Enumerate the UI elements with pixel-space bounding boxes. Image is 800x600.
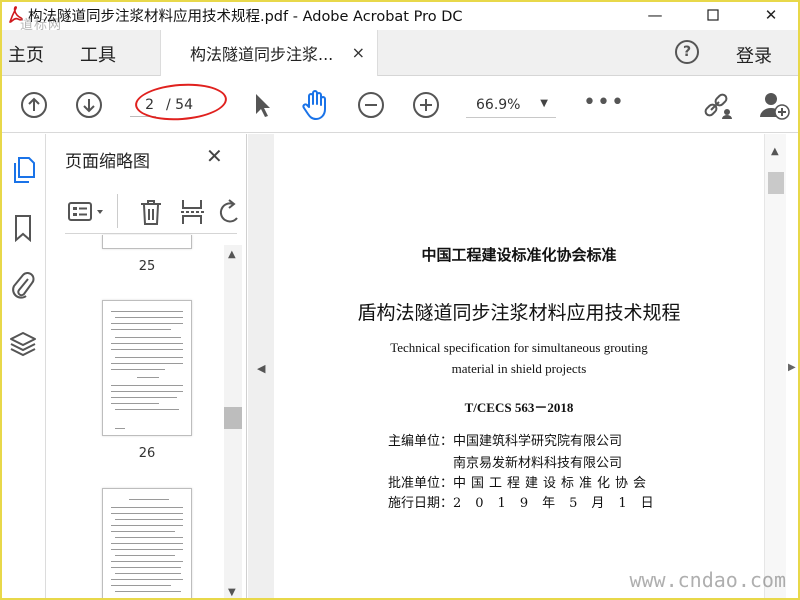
watermark-bottom-right: www.cndao.com (629, 568, 786, 592)
doc-date-row: 施行日期：2019年5月1日 (388, 492, 668, 511)
doc-editor-2: 南京易发新材料科技有限公司 (453, 456, 623, 471)
title-bar: 构法隧道同步注浆材料应用技术规程.pdf - Adobe Acrobat Pro… (0, 0, 800, 30)
panel-collapse-handle[interactable]: ◀ (248, 134, 274, 600)
extract-icon[interactable] (180, 198, 206, 226)
document-page: 中国工程建设标准化协会标准 盾构法隧道同步注浆材料应用技术规程 Technica… (274, 134, 764, 600)
doc-date: 2019年5月1日 (453, 496, 668, 511)
page-total: / 54 (166, 97, 193, 113)
more-tools-button[interactable]: ••• (583, 90, 625, 115)
doc-approver: 中国工程建设标准化协会 (453, 476, 652, 491)
attachment-icon[interactable] (5, 267, 41, 303)
right-panel-toggle[interactable]: ▶ (786, 134, 800, 600)
doc-title-en-line2: material in shield projects (451, 361, 587, 376)
panel-title: 页面缩略图 (65, 152, 150, 172)
page-navigator: / 54 (130, 92, 222, 118)
chevron-up-icon[interactable]: ▲ (228, 249, 236, 260)
thumbnail-scroll-thumb[interactable] (224, 407, 242, 429)
doc-editor-row-2: 南京易发新材料科技有限公司 (453, 452, 622, 471)
next-page-icon[interactable] (75, 91, 103, 119)
zoom-out-icon[interactable] (357, 91, 385, 119)
doc-editor-label: 主编单位： (388, 434, 454, 449)
chevron-right-icon: ▶ (788, 362, 796, 373)
doc-standard-code: T/CECS 563－2018 (464, 400, 574, 415)
window-title: 构法隧道同步注浆材料应用技术规程.pdf - Adobe Acrobat Pro… (28, 8, 463, 25)
chevron-down-icon[interactable]: ▼ (228, 587, 236, 598)
chevron-down-icon: ▼ (540, 98, 548, 109)
doc-editor-row-1: 主编单位：中国建筑科学研究院有限公司 (388, 430, 622, 449)
document-tab-label: 构法隧道同步注浆... (190, 45, 334, 64)
thumbnail-panel: 页面缩略图 ✕ 25 26 ▲ ▼ (47, 134, 247, 600)
page-thumbnails-icon[interactable] (5, 152, 41, 188)
hand-tool-icon[interactable] (300, 89, 330, 121)
prev-page-icon[interactable] (20, 91, 48, 119)
toolbar: / 54 66.9% ▼ ••• (0, 77, 800, 133)
close-window-button[interactable]: ✕ (742, 0, 800, 30)
delete-icon[interactable] (139, 198, 163, 226)
thumbnail-scrollbar[interactable]: ▲ ▼ (224, 245, 242, 600)
doc-editor-1: 中国建筑科学研究院有限公司 (453, 434, 623, 449)
login-button[interactable]: 登录 (736, 42, 772, 68)
document-scrollbar[interactable]: ▲ (764, 134, 786, 600)
doc-title-zh: 盾构法隧道同步注浆材料应用技术规程 (357, 302, 681, 324)
zoom-dropdown[interactable]: 66.9% ▼ (466, 92, 556, 118)
bookmark-icon[interactable] (5, 210, 41, 246)
document-scroll-thumb[interactable] (768, 172, 784, 194)
thumbnail-page-26[interactable] (102, 300, 192, 436)
close-panel-button[interactable]: ✕ (206, 144, 223, 168)
tab-home[interactable]: 主页 (8, 41, 44, 67)
thumbnail-page-25[interactable] (102, 235, 192, 249)
close-tab-button[interactable]: × (352, 43, 365, 62)
doc-approver-label: 批准单位： (388, 476, 454, 491)
toolbar-divider (117, 194, 118, 228)
minimize-button[interactable]: — (626, 0, 684, 30)
share-link-icon[interactable] (703, 90, 735, 120)
layers-icon[interactable] (5, 326, 41, 362)
doc-header: 中国工程建设标准化协会标准 (421, 246, 617, 264)
zoom-in-icon[interactable] (412, 91, 440, 119)
tab-tools[interactable]: 工具 (80, 41, 116, 67)
maximize-button[interactable] (684, 0, 742, 30)
left-navigation-rail (0, 134, 46, 600)
zoom-value: 66.9% (476, 96, 521, 113)
select-cursor-icon[interactable] (252, 91, 272, 119)
add-user-icon[interactable] (758, 90, 790, 120)
doc-title-en-line1: Technical specification for simultaneous… (390, 340, 648, 355)
tab-document[interactable]: 构法隧道同步注浆... × (160, 30, 378, 76)
chevron-left-icon: ◀ (257, 362, 266, 375)
thumbnail-label: 25 (138, 259, 156, 274)
doc-approver-row: 批准单位：中国工程建设标准化协会 (388, 472, 651, 491)
thumbnail-page-27[interactable] (102, 488, 192, 600)
maximize-icon (707, 9, 719, 21)
thumbnail-label: 26 (138, 446, 156, 461)
page-number-input[interactable] (130, 93, 156, 117)
panel-toolbar (65, 190, 239, 234)
rotate-icon[interactable] (219, 198, 239, 226)
thumbnail-options-icon[interactable] (67, 200, 107, 224)
doc-date-label: 施行日期： (388, 496, 454, 511)
help-button[interactable]: ? (675, 40, 699, 64)
chevron-up-icon[interactable]: ▲ (771, 146, 779, 157)
